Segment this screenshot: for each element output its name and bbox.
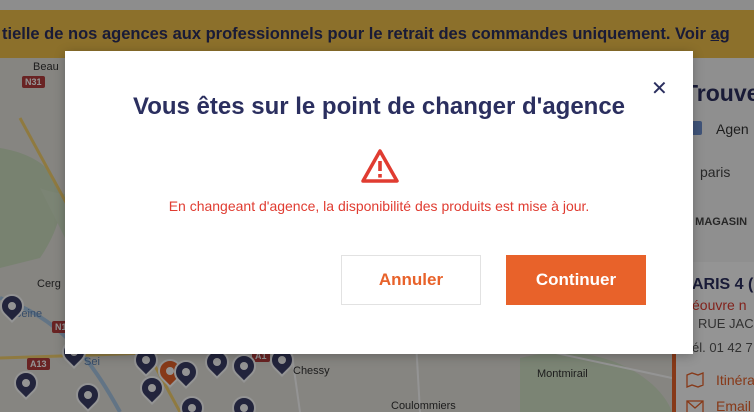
change-agency-dialog: Vous êtes sur le point de changer d'agen… [65, 51, 693, 354]
cancel-button[interactable]: Annuler [341, 255, 481, 305]
warning-icon [361, 149, 399, 183]
continue-button[interactable]: Continuer [506, 255, 646, 305]
dialog-title: Vous êtes sur le point de changer d'agen… [132, 93, 626, 120]
dialog-message: En changeant d'agence, la disponibilité … [168, 198, 590, 214]
close-icon[interactable]: ✕ [651, 79, 668, 99]
